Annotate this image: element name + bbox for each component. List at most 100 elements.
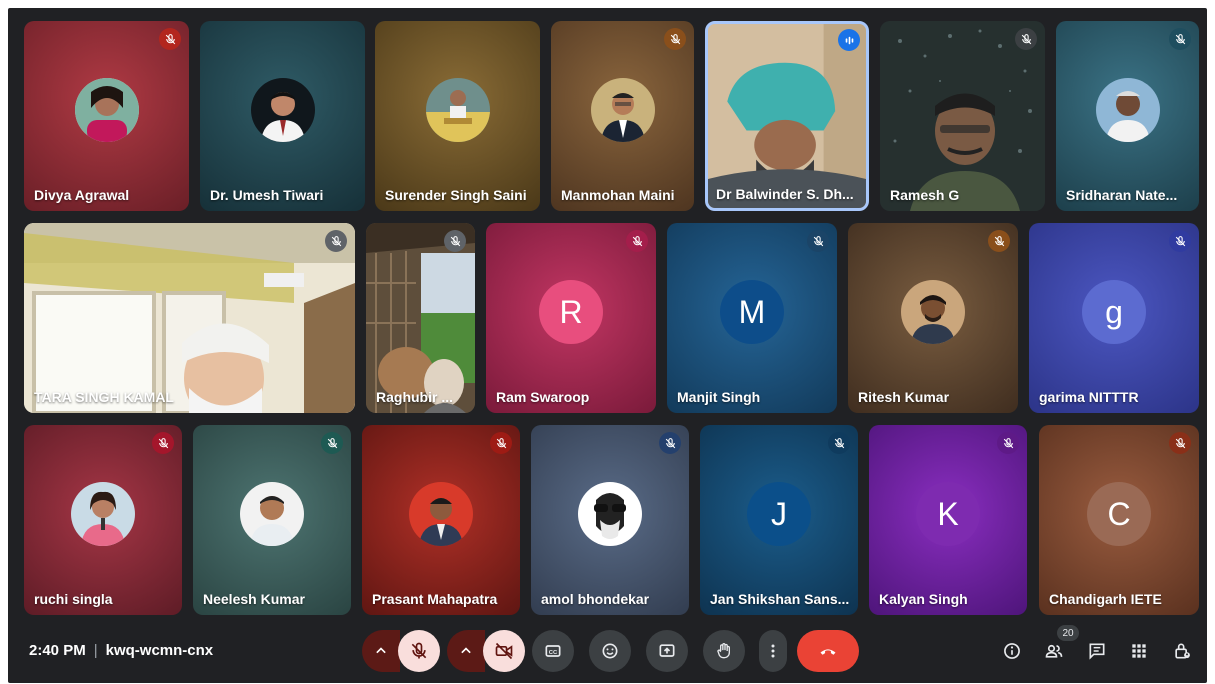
mic-off-icon: [411, 642, 427, 659]
participant-name: Dr. Umesh Tiwari: [210, 187, 324, 203]
participant-name: Manmohan Maini: [561, 187, 675, 203]
participant-tile-video-speaking[interactable]: Dr Balwinder S. Dh...: [705, 21, 869, 211]
mic-off-icon: [626, 230, 648, 252]
meeting-details-button[interactable]: [999, 638, 1025, 664]
participant-tile[interactable]: M Manjit Singh: [667, 223, 837, 413]
captions-icon: CC: [545, 645, 561, 657]
participant-tile[interactable]: Ritesh Kumar: [848, 223, 1018, 413]
mic-options-button[interactable]: [362, 630, 400, 672]
mic-off-icon: [828, 432, 850, 454]
mic-off-icon: [988, 230, 1010, 252]
present-icon: [659, 644, 675, 657]
svg-text:CC: CC: [549, 650, 558, 656]
mic-off-icon: [490, 432, 512, 454]
participant-tile[interactable]: amol bhondekar: [531, 425, 689, 615]
participant-tile[interactable]: Surender Singh Saini: [375, 21, 540, 211]
mic-off-icon: [997, 432, 1019, 454]
lock-person-icon: [1175, 643, 1190, 659]
chevron-up-icon: [376, 647, 386, 654]
mic-off-icon: [1015, 28, 1037, 50]
meeting-code[interactable]: kwq-wcmn-cnx: [106, 642, 214, 659]
captions-button[interactable]: CC: [532, 630, 574, 672]
mic-off-icon: [159, 28, 181, 50]
participant-name: Raghubir ...: [376, 389, 453, 405]
avatar: [425, 78, 490, 143]
emoji-icon: [602, 643, 618, 659]
participant-name: Ram Swaroop: [496, 389, 590, 405]
reactions-button[interactable]: [589, 630, 631, 672]
avatar: [901, 280, 965, 345]
camera-options-button[interactable]: [447, 630, 485, 672]
participant-name: Ritesh Kumar: [858, 389, 950, 405]
avatar: [1095, 78, 1160, 143]
participant-tile[interactable]: g garima NITTTR: [1029, 223, 1199, 413]
avatar: R: [539, 280, 603, 345]
host-controls-button[interactable]: [1169, 638, 1195, 664]
participant-name: Neelesh Kumar: [203, 591, 305, 607]
mic-off-icon: [152, 432, 174, 454]
participant-tile-video[interactable]: Raghubir ...: [366, 223, 475, 413]
participant-tile[interactable]: Manmohan Maini: [551, 21, 694, 211]
participant-name: Dr Balwinder S. Dh...: [716, 186, 854, 202]
participant-tile[interactable]: Divya Agrawal: [24, 21, 189, 211]
avatar: [250, 78, 315, 143]
control-bar: 2:40 PM | kwq-wcmn-cnx CC 20: [8, 625, 1207, 683]
participant-tile[interactable]: Neelesh Kumar: [193, 425, 351, 615]
avatar: [590, 78, 655, 143]
participant-tile[interactable]: C Chandigarh IETE: [1039, 425, 1199, 615]
activities-button[interactable]: [1126, 638, 1152, 664]
participant-name: TARA SINGH KAMAL: [34, 389, 174, 405]
participant-name: Prasant Mahapatra: [372, 591, 498, 607]
participant-tile-video[interactable]: TARA SINGH KAMAL: [24, 223, 355, 413]
participant-tile[interactable]: J Jan Shikshan Sans...: [700, 425, 858, 615]
meeting-window: Divya Agrawal Dr. Umesh Tiwari Surender …: [8, 8, 1207, 683]
mic-off-icon: [444, 230, 466, 252]
meeting-time: 2:40 PM: [29, 642, 86, 659]
mic-off-icon: [325, 230, 347, 252]
participant-tile[interactable]: R Ram Swaroop: [486, 223, 656, 413]
people-button[interactable]: [1041, 638, 1067, 664]
avatar: [240, 482, 304, 547]
participant-name: amol bhondekar: [541, 591, 650, 607]
speaking-indicator-icon: [838, 29, 860, 51]
avatar: [74, 78, 139, 143]
avatar: g: [1082, 280, 1146, 345]
mic-off-icon: [659, 432, 681, 454]
info-icon: [1004, 643, 1020, 659]
participant-tile[interactable]: Prasant Mahapatra: [362, 425, 520, 615]
meeting-info: 2:40 PM | kwq-wcmn-cnx: [29, 642, 213, 659]
mic-off-icon: [664, 28, 686, 50]
participant-tile[interactable]: ruchi singla: [24, 425, 182, 615]
participant-name: Surender Singh Saini: [385, 187, 527, 203]
call-end-icon: [820, 649, 836, 655]
avatar: M: [720, 280, 784, 345]
chat-button[interactable]: [1084, 638, 1110, 664]
participant-tile-video[interactable]: Ramesh G: [880, 21, 1045, 211]
avatar: [71, 482, 135, 547]
leave-call-button[interactable]: [797, 630, 859, 672]
more-options-button[interactable]: [759, 630, 787, 672]
chat-icon: [1089, 643, 1105, 660]
camera-off-icon: [495, 642, 513, 660]
chevron-up-icon: [461, 647, 471, 654]
participant-name: garima NITTTR: [1039, 389, 1139, 405]
more-vert-icon: [771, 644, 775, 658]
participant-tile[interactable]: Sridharan Nate...: [1056, 21, 1199, 211]
present-button[interactable]: [646, 630, 688, 672]
participant-name: Divya Agrawal: [34, 187, 130, 203]
avatar: [578, 482, 642, 547]
participant-tile[interactable]: Dr. Umesh Tiwari: [200, 21, 365, 211]
mic-off-icon: [1169, 432, 1191, 454]
participant-name: Kalyan Singh: [879, 591, 968, 607]
participant-tile[interactable]: K Kalyan Singh: [869, 425, 1027, 615]
avatar: J: [747, 482, 811, 547]
participant-name: ruchi singla: [34, 591, 113, 607]
participant-video: [880, 21, 1045, 211]
avatar: K: [916, 482, 980, 547]
raise-hand-button[interactable]: [703, 630, 745, 672]
mic-off-icon: [1169, 28, 1191, 50]
camera-toggle-button[interactable]: [483, 630, 525, 672]
participant-name: Jan Shikshan Sans...: [710, 591, 850, 607]
avatar: C: [1087, 482, 1151, 547]
mic-toggle-button[interactable]: [398, 630, 440, 672]
